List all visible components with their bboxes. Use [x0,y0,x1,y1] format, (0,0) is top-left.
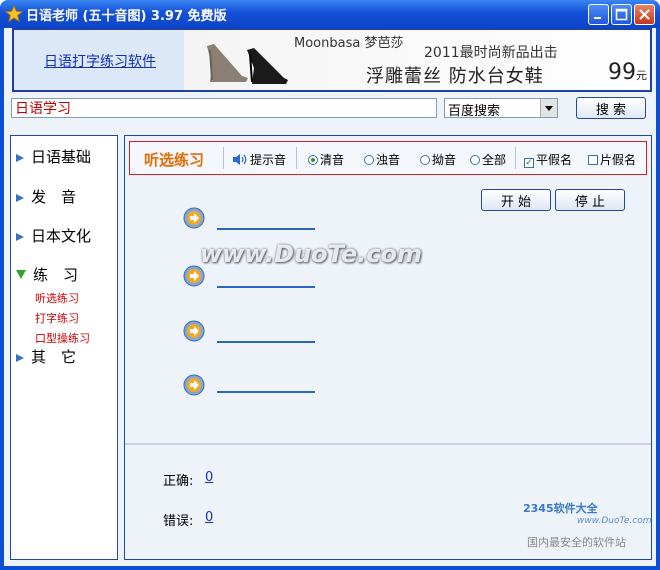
sidebar-item-other[interactable]: 其 它 [15,346,76,367]
arrow-right-icon [16,194,24,202]
practice-title: 听选练习 [144,151,205,169]
sidebar-subitem-mouth-shape[interactable]: 口型操练习 [35,330,90,346]
minimize-icon [594,17,601,19]
checkbox-katakana[interactable]: 片假名 [588,151,636,168]
answer-slot-3 [217,341,315,343]
arrow-right-icon [16,233,24,241]
ad-subline: 浮雕蕾丝 防水台女鞋 [366,66,544,87]
correct-count[interactable]: 0 [205,470,213,485]
radio-icon [364,155,374,165]
close-button[interactable] [634,4,655,25]
ad-price: 99元 [608,60,647,85]
search-input[interactable] [11,98,437,118]
sidebar: 日语基础 发 音 日本文化 练 习 听选练习 打字练习 口型操练习 其 它 [10,135,118,560]
client-area: 日语打字练习软件 Moonbasa 梦芭莎 2011最时尚新品出击 浮雕蕾丝 防… [4,28,656,566]
checkmark-icon: ✓ [524,158,534,168]
wrong-label: 错误: [163,514,194,529]
play-sound-icon[interactable] [183,320,205,342]
radio-seion[interactable]: 清音 [308,151,344,168]
radio-icon [470,155,480,165]
title-bar[interactable]: 日语老师 (五十音图) 3.97 免费版 [0,0,660,28]
panel-divider [125,443,651,445]
play-sound-icon[interactable] [183,207,205,229]
banner-link-panel: 日语打字练习软件 [14,30,184,90]
sidebar-item-basics[interactable]: 日语基础 [15,146,91,167]
checkbox-hiragana[interactable]: ✓ 平假名 [524,151,572,168]
divider [296,147,297,169]
arrow-down-icon [16,270,26,279]
hint-sound-toggle[interactable]: 提示音 [232,151,286,168]
typing-software-link[interactable]: 日语打字练习软件 [44,51,156,71]
ad-banner[interactable]: 日语打字练习软件 Moonbasa 梦芭莎 2011最时尚新品出击 浮雕蕾丝 防… [12,28,652,92]
play-sound-icon[interactable] [183,265,205,287]
answer-slot-1 [217,228,315,230]
window-title: 日语老师 (五十音图) 3.97 免费版 [26,9,227,24]
arrow-right-icon [16,154,24,162]
app-window: 日语老师 (五十音图) 3.97 免费版 日语打字练习软件 Moonbasa 梦… [0,0,660,570]
stop-button[interactable]: 停 止 [555,189,625,211]
maximize-icon [615,8,628,21]
shoe-advertisement[interactable]: Moonbasa 梦芭莎 2011最时尚新品出击 浮雕蕾丝 防水台女鞋 99元 [184,30,650,90]
correct-label: 正确: [163,474,194,489]
answer-slot-4 [217,391,315,393]
wrong-count[interactable]: 0 [205,510,213,525]
options-bar: 听选练习 提示音 清音 浊音 拗音 全部 ✓ 平假名 片假名 [129,141,647,175]
sidebar-item-practice[interactable]: 练 习 [15,264,78,285]
checkbox-icon [588,155,598,165]
arrow-right-icon [16,354,24,362]
search-engine-value: 百度搜索 [448,104,501,119]
radio-icon [420,155,430,165]
radio-dakuon[interactable]: 浊音 [364,151,400,168]
close-icon [639,9,650,20]
start-button[interactable]: 开 始 [481,189,551,211]
radio-selected-icon [308,155,318,165]
watermark-logo: 2345软件大全 [523,502,598,515]
duote-watermark: www.DuoTe.com [200,240,422,268]
minimize-button[interactable] [588,4,609,25]
answer-slot-2 [217,286,315,288]
watermark-url: www.DuoTe.com [577,516,652,526]
brand-name: Moonbasa 梦芭莎 [294,36,404,51]
sidebar-subitem-listening[interactable]: 听选练习 [35,290,79,306]
watermark-tagline: 国内最安全的软件站 [527,536,626,549]
practice-panel: 听选练习 提示音 清音 浊音 拗音 全部 ✓ 平假名 片假名 开 始 停 止 正… [124,135,652,560]
radio-all[interactable]: 全部 [470,151,506,168]
sidebar-item-culture[interactable]: 日本文化 [15,225,91,246]
divider [515,147,516,169]
speaker-icon [233,154,247,165]
sidebar-item-pronunciation[interactable]: 发 音 [15,186,76,207]
radio-youon[interactable]: 拗音 [420,151,456,168]
chevron-down-icon [545,106,553,111]
shoes-image [207,44,288,84]
maximize-button[interactable] [611,4,632,25]
search-engine-select[interactable]: 百度搜索 [444,98,558,119]
search-button[interactable]: 搜 索 [576,97,646,119]
star-icon [5,5,23,23]
ad-headline: 2011最时尚新品出击 [424,45,558,61]
sidebar-subitem-typing[interactable]: 打字练习 [35,310,79,326]
dropdown-button[interactable] [540,99,557,117]
play-sound-icon[interactable] [183,374,205,396]
divider [223,147,224,169]
